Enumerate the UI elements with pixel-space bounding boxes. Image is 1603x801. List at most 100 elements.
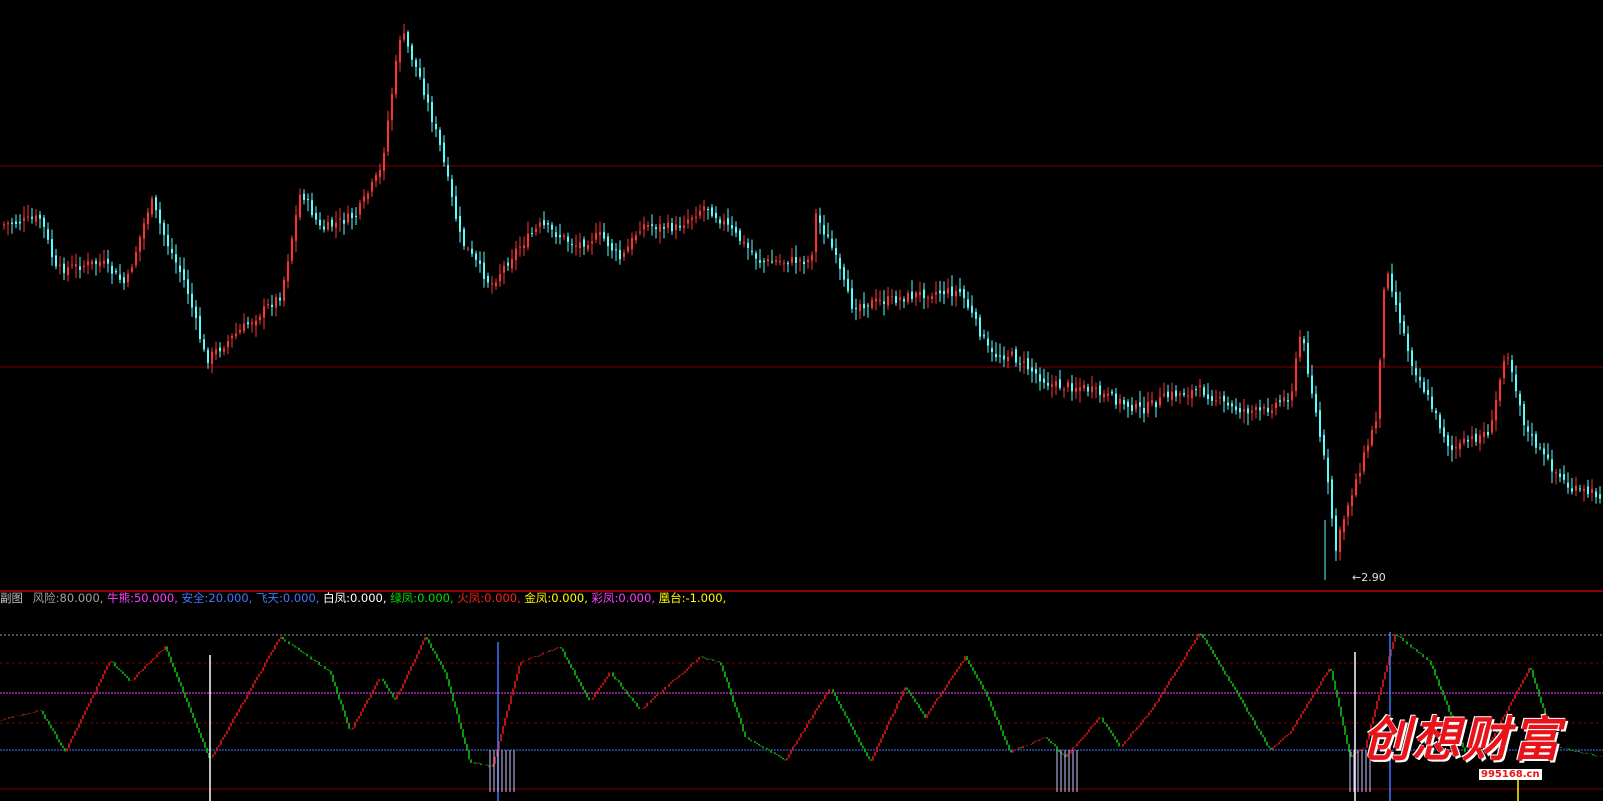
candle-body	[1539, 447, 1541, 449]
candle-body	[1295, 358, 1297, 391]
candle-body	[1407, 333, 1409, 351]
candle-body	[1587, 486, 1589, 495]
candle-body	[823, 225, 825, 235]
candle-body	[351, 212, 353, 219]
candle-body	[43, 217, 45, 227]
candle-body	[1083, 384, 1085, 389]
candle-body	[411, 45, 413, 60]
candle-body	[963, 289, 965, 299]
candle-body	[1555, 472, 1557, 474]
candle-body	[447, 165, 449, 177]
candle-body	[1459, 442, 1461, 450]
candle-body	[895, 296, 897, 303]
candle-body	[939, 290, 941, 294]
candle-body	[547, 223, 549, 225]
candle-body	[1439, 414, 1441, 429]
candle-body	[11, 222, 13, 224]
candle-body	[839, 257, 841, 269]
candle-body	[291, 238, 293, 261]
candle-body	[1211, 396, 1213, 401]
candle-body	[1283, 397, 1285, 402]
candle-body	[1155, 402, 1157, 408]
candle-body	[1235, 406, 1237, 411]
candle-body	[627, 246, 629, 252]
candle-body	[63, 263, 65, 274]
candle-body	[703, 206, 705, 211]
candle-body	[663, 226, 665, 229]
candle-body	[1107, 393, 1109, 396]
main-price-chart[interactable]: ←2.90	[0, 0, 1603, 592]
candle-body	[175, 254, 177, 263]
candle-body	[375, 175, 377, 181]
candle-body	[559, 234, 561, 238]
candle-body	[111, 265, 113, 274]
candle-body	[143, 223, 145, 239]
candle-body	[1551, 459, 1553, 472]
candle-body	[611, 243, 613, 251]
candle-body	[1307, 342, 1309, 374]
candle-body	[107, 258, 109, 264]
candle-body	[371, 182, 373, 192]
candle-body	[163, 222, 165, 235]
candle-body	[91, 261, 93, 265]
candle-body	[691, 217, 693, 220]
candle-body	[815, 213, 817, 252]
candle-body	[239, 329, 241, 333]
candle-body	[383, 152, 385, 171]
candle-body	[439, 129, 441, 145]
candle-body	[1319, 410, 1321, 437]
candle-body	[299, 194, 301, 218]
candle-body	[335, 222, 337, 228]
candle-body	[1135, 403, 1137, 410]
candle-body	[867, 305, 869, 307]
candle-body	[491, 283, 493, 285]
candle-body	[171, 248, 173, 254]
candle-body	[275, 297, 277, 308]
candle-body	[807, 259, 809, 263]
candle-body	[311, 200, 313, 216]
candle-body	[1115, 393, 1117, 405]
candle-body	[315, 213, 317, 220]
candle-body	[147, 212, 149, 225]
candle-body	[399, 39, 401, 63]
candle-body	[1347, 505, 1349, 517]
candle-body	[215, 349, 217, 355]
candle-body	[1599, 494, 1601, 499]
candle-body	[871, 299, 873, 308]
candle-body	[1527, 426, 1529, 432]
watermark-logo: 创想财富 995168.cn	[1362, 712, 1562, 792]
candlestick-chart[interactable]	[0, 0, 1603, 592]
candle-body	[515, 248, 517, 261]
candle-body	[975, 311, 977, 319]
candle-body	[1447, 435, 1449, 447]
candle-body	[1059, 379, 1061, 389]
candle-body	[1467, 439, 1469, 442]
candle-body	[367, 193, 369, 199]
candle-body	[1499, 379, 1501, 401]
candle-body	[1575, 485, 1577, 491]
candle-body	[255, 320, 257, 326]
candle-body	[1375, 421, 1377, 429]
candle-body	[659, 224, 661, 232]
candle-body	[1003, 355, 1005, 360]
candle-body	[219, 347, 221, 352]
candle-body	[1207, 394, 1209, 400]
candle-body	[687, 219, 689, 224]
candle-body	[1007, 356, 1009, 362]
candle-body	[671, 222, 673, 232]
candle-body	[731, 225, 733, 229]
candle-body	[1263, 406, 1265, 409]
candle-body	[571, 244, 573, 246]
candle-body	[391, 94, 393, 121]
candle-body	[967, 299, 969, 308]
candle-body	[655, 227, 657, 230]
candle-body	[623, 252, 625, 258]
candle-body	[563, 235, 565, 238]
candle-body	[231, 336, 233, 339]
candle-body	[427, 94, 429, 103]
candle-body	[739, 230, 741, 241]
candle-body	[1323, 434, 1325, 456]
candle-body	[723, 220, 725, 225]
candle-body	[495, 282, 497, 287]
candle-body	[1399, 302, 1401, 323]
